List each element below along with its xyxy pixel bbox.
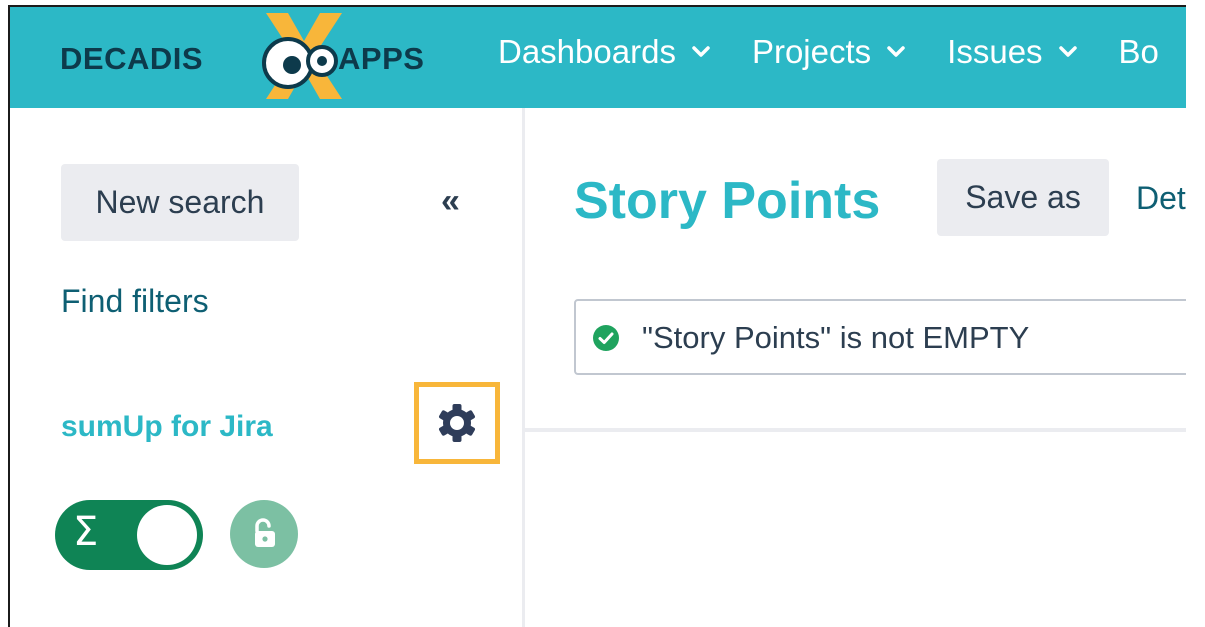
sumup-toggle[interactable]: Σ	[55, 500, 203, 570]
unlocked-padlock-icon	[255, 518, 275, 547]
jql-query-input[interactable]: "Story Points" is not EMPTY	[574, 299, 1186, 375]
sigma-icon: Σ	[73, 509, 99, 555]
filter-sidebar: New search « Find filters sumUp for Jira…	[8, 108, 524, 627]
app-window: DECADIS APPS Dashboards Projects Issues	[8, 5, 1186, 627]
page-title: Story Points	[574, 172, 881, 230]
content-divider	[525, 428, 1186, 432]
sumup-settings-button[interactable]	[414, 382, 500, 464]
save-as-button[interactable]: Save as	[937, 159, 1109, 236]
details-link[interactable]: Det	[1136, 180, 1186, 217]
collapse-sidebar-icon[interactable]: «	[441, 184, 460, 218]
chevron-down-icon	[692, 46, 710, 57]
nav-boards[interactable]: Bo	[1119, 33, 1159, 71]
nav-dashboards[interactable]: Dashboards	[498, 33, 710, 71]
nav-projects[interactable]: Projects	[752, 33, 905, 71]
toggle-knob	[137, 505, 197, 565]
main-nav: Dashboards Projects Issues Bo	[498, 33, 1159, 71]
valid-check-icon	[593, 325, 619, 351]
top-navigation-bar: DECADIS APPS Dashboards Projects Issues	[8, 5, 1186, 108]
nav-projects-label: Projects	[751, 33, 872, 70]
logo-text-left: DECADIS	[60, 41, 204, 76]
decadis-apps-logo[interactable]: DECADIS APPS	[60, 13, 460, 99]
unlock-button[interactable]	[230, 500, 298, 568]
nav-issues-label: Issues	[947, 33, 1043, 70]
gear-icon	[439, 404, 475, 442]
nav-dashboards-label: Dashboards	[498, 33, 676, 70]
jql-query-text: "Story Points" is not EMPTY	[642, 320, 1030, 355]
sumup-section-title: sumUp for Jira	[61, 410, 273, 443]
nav-issues[interactable]: Issues	[947, 33, 1077, 71]
logo-text-right: APPS	[338, 41, 425, 76]
nav-boards-label: Bo	[1118, 33, 1159, 70]
chevron-down-icon	[1058, 46, 1077, 57]
new-search-button[interactable]: New search	[61, 164, 299, 241]
find-filters-link[interactable]: Find filters	[61, 283, 209, 320]
chevron-down-icon	[887, 46, 905, 57]
sidebar-divider	[522, 108, 525, 627]
